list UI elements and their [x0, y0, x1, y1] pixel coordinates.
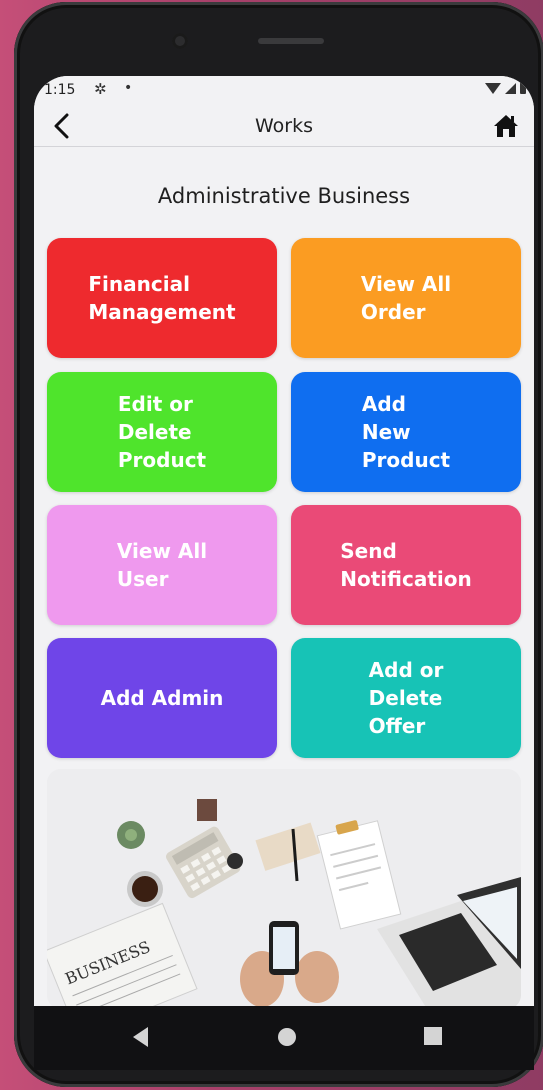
- send-notification-button[interactable]: Send Notification: [291, 505, 521, 625]
- tile-label: Financial Management: [88, 272, 236, 324]
- page-title: Works: [254, 115, 313, 137]
- nav-recents-button[interactable]: [423, 1026, 443, 1050]
- battery-icon: [520, 82, 526, 94]
- add-delete-offer-button[interactable]: Add or Delete Offer: [291, 638, 521, 758]
- tile-label: Add Admin: [100, 686, 224, 710]
- tile-label: View All Order: [360, 272, 452, 324]
- notification-dot-icon: •: [124, 80, 133, 96]
- speaker-grille: [258, 38, 324, 44]
- tile-label: Edit or Delete Product: [117, 392, 207, 472]
- home-button[interactable]: [490, 110, 522, 142]
- wifi-icon: [485, 82, 501, 94]
- nav-home-icon: [278, 1028, 296, 1046]
- tile-label: View All User: [116, 539, 208, 591]
- financial-management-button[interactable]: Financial Management: [47, 238, 277, 358]
- business-desk-illustration: BUSINESS: [47, 769, 521, 1006]
- status-time: 1:15: [44, 82, 76, 98]
- edit-delete-product-button[interactable]: Edit or Delete Product: [47, 372, 277, 492]
- desk-scene-image: BUSINESS: [47, 769, 521, 1006]
- section-title: Administrative Business: [157, 184, 411, 208]
- add-admin-button[interactable]: Add Admin: [47, 638, 277, 758]
- android-nav-bar: [34, 1006, 534, 1070]
- view-all-user-button[interactable]: View All User: [47, 505, 277, 625]
- add-new-product-button[interactable]: Add New Product: [291, 372, 521, 492]
- tile-label: Add or Delete Offer: [368, 658, 444, 738]
- home-icon: [494, 115, 518, 137]
- tile-label: Send Notification: [340, 539, 472, 591]
- app-bar: Works: [34, 106, 534, 147]
- signal-icon: [505, 82, 516, 94]
- view-all-order-button[interactable]: View All Order: [291, 238, 521, 358]
- nav-home-button[interactable]: [276, 1026, 298, 1052]
- nav-back-button[interactable]: [132, 1026, 150, 1052]
- nav-recents-icon: [424, 1027, 442, 1045]
- tile-label: Add New Product: [361, 392, 451, 472]
- settings-status-icon: ✲: [94, 80, 107, 98]
- status-bar: 1:15 ✲ •: [34, 76, 534, 106]
- status-indicators: [485, 82, 526, 94]
- nav-back-icon: [133, 1027, 148, 1047]
- camera-icon: [172, 33, 188, 49]
- app-screen: 1:15 ✲ • Works Administrative Business F…: [34, 76, 534, 1006]
